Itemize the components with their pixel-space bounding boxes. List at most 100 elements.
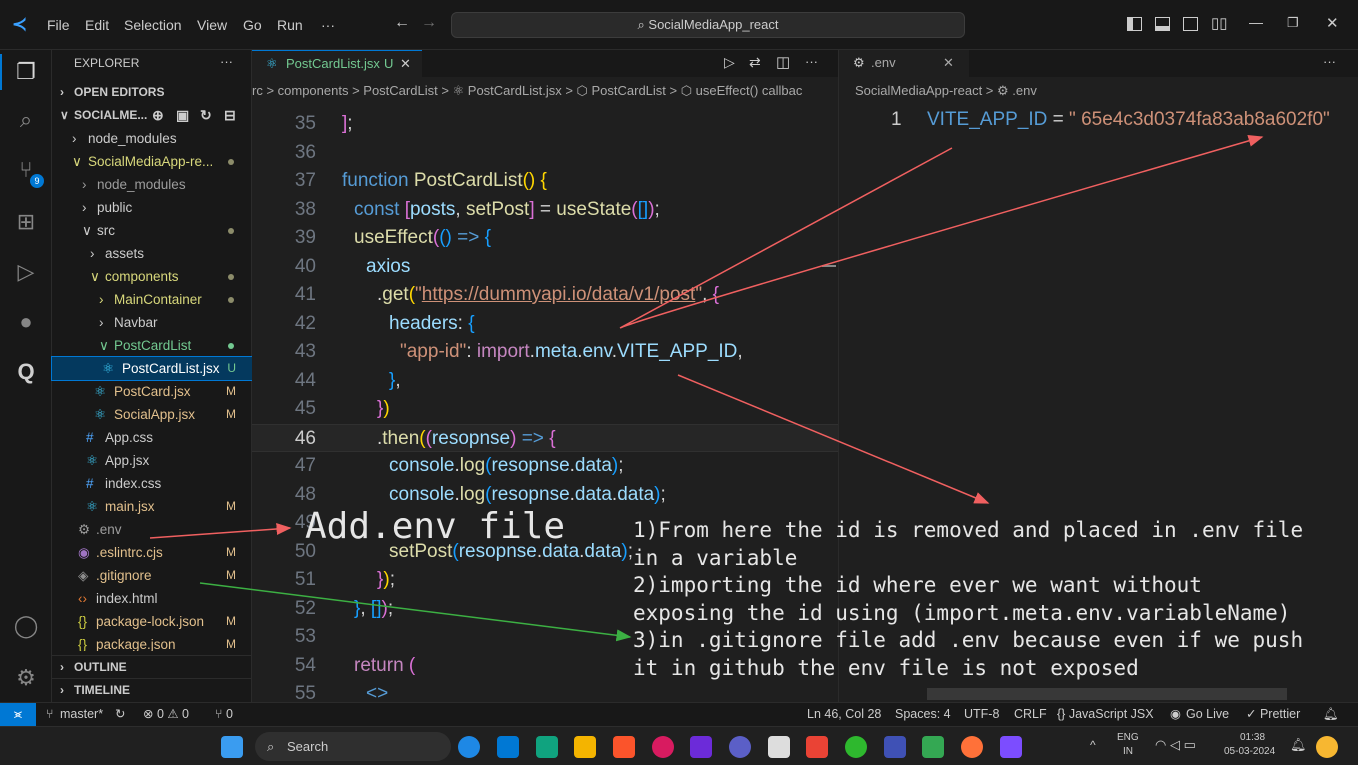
code-line-40[interactable]: 40 axios	[252, 253, 838, 282]
code-line-37[interactable]: 37 function PostCardList() {	[252, 167, 838, 196]
tree-socialmediaapp-folder[interactable]: ∨ SocialMediaApp-re...	[52, 150, 252, 173]
sync-icon[interactable]: ↻	[115, 703, 125, 726]
encoding[interactable]: UTF-8	[964, 703, 999, 726]
editor-more-icon[interactable]: ···	[1323, 54, 1336, 69]
run-icon[interactable]: ▷	[724, 54, 735, 71]
tree-postcard-jsx[interactable]: ⚛ PostCard.jsx M	[52, 380, 252, 403]
brave-icon[interactable]	[613, 736, 635, 758]
gmail-icon[interactable]	[806, 736, 828, 758]
problems-indicator[interactable]: ⊗ 0 ⚠ 0	[143, 703, 189, 726]
language-indicator[interactable]: ENG	[1117, 732, 1139, 743]
language-mode[interactable]: {} JavaScript JSX	[1057, 703, 1154, 726]
tuf-icon[interactable]	[652, 736, 674, 758]
file-explorer-icon[interactable]	[574, 736, 596, 758]
manage-gear-icon[interactable]: ⚙	[12, 664, 40, 692]
code-line-41[interactable]: 41 .get("https://dummyapi.io/data/v1/post…	[252, 281, 838, 310]
explorer-more-button[interactable]: ···	[220, 54, 233, 69]
menu-selection[interactable]: Selection	[124, 17, 182, 33]
vscode-taskbar-icon[interactable]	[497, 736, 519, 758]
extensions-icon[interactable]: ⊞	[12, 208, 40, 236]
command-center-search[interactable]: ⌕ SocialMediaApp_react	[451, 12, 965, 38]
breadcrumb-left[interactable]: rc > components > PostCardList > ⚛ PostC…	[252, 80, 838, 102]
timeline-section[interactable]: › TIMELINE	[52, 678, 252, 701]
python-icon[interactable]: ●	[12, 308, 40, 336]
restore-icon[interactable]: ❐	[1287, 15, 1299, 31]
app-icon[interactable]	[729, 736, 751, 758]
app-diamond-icon[interactable]	[1000, 736, 1022, 758]
tree-package-lock[interactable]: {} package-lock.json M	[52, 610, 252, 633]
toggle-secondary-sidebar-icon[interactable]	[1183, 17, 1198, 31]
code-line-38[interactable]: 38 const [posts, setPost] = useState([]);	[252, 196, 838, 225]
code-line-47[interactable]: 47 console.log(resopnse.data);	[252, 452, 838, 481]
wordpad-icon[interactable]	[768, 736, 790, 758]
tab-close-icon[interactable]: ✕	[943, 50, 954, 76]
cursor-position[interactable]: Ln 46, Col 28	[807, 703, 881, 726]
taskbar-search[interactable]: ⌕ Search	[255, 732, 451, 761]
wifi-volume-battery-icons[interactable]: ◠ ◁ ▭	[1155, 737, 1196, 753]
tree-index-css[interactable]: # index.css	[52, 472, 252, 495]
close-icon[interactable]: ✕	[1326, 14, 1339, 32]
refresh-icon[interactable]: ↻	[200, 104, 212, 127]
tree-package-json[interactable]: {} package.json M	[52, 633, 252, 651]
ports-indicator[interactable]: ⑂ 0	[215, 703, 233, 726]
new-folder-icon[interactable]: ▣	[176, 104, 189, 127]
forward-arrow-icon[interactable]: →	[421, 14, 437, 32]
tree-app-jsx[interactable]: ⚛ App.jsx	[52, 449, 252, 472]
code-line-46[interactable]: 46 .then((resopnse) => {	[252, 423, 838, 452]
edge-icon[interactable]	[458, 736, 480, 758]
accounts-icon[interactable]: ◯	[12, 612, 40, 640]
notification-icon[interactable]: 🔔︎	[1290, 737, 1307, 753]
postman-icon[interactable]	[961, 736, 983, 758]
tab-postcardlist-jsx[interactable]: ⚛ PostCardList.jsx U ✕	[252, 50, 422, 77]
workspace-root[interactable]: ∨ SOCIALME... ⊕ ▣ ↻ ⊟	[52, 104, 252, 127]
menu-go[interactable]: Go	[243, 17, 262, 33]
tab-env[interactable]: ⚙ .env ✕	[839, 50, 969, 77]
branch-name[interactable]: master*	[60, 703, 103, 726]
code-line-55[interactable]: 55 <>	[252, 680, 838, 702]
tree-maincontainer[interactable]: › MainContainer	[52, 288, 252, 311]
split-editor-icon[interactable]: ◫	[776, 53, 790, 71]
breadcrumb-right[interactable]: SocialMediaApp-react > ⚙ .env	[855, 80, 1037, 102]
tree-gitignore[interactable]: ◈ .gitignore M	[52, 564, 252, 587]
code-line-36[interactable]: 36	[252, 139, 838, 168]
prettier-status[interactable]: ✓ Prettier	[1246, 703, 1300, 726]
clock-time[interactable]: 01:38	[1240, 732, 1265, 743]
menu-file[interactable]: File	[47, 17, 70, 33]
code-line-45[interactable]: 45})	[252, 395, 838, 424]
editor-more-icon[interactable]: ···	[805, 54, 818, 69]
code-line-39[interactable]: 39 useEffect(() => {	[252, 224, 838, 253]
code-line-42[interactable]: 42 headers: {	[252, 310, 838, 339]
code-line-44[interactable]: 44},	[252, 367, 838, 396]
menu-edit[interactable]: Edit	[85, 17, 109, 33]
tree-public[interactable]: › public	[52, 196, 252, 219]
copilot-icon[interactable]	[1316, 736, 1338, 758]
horizontal-scrollbar[interactable]	[927, 688, 1287, 700]
scrollbar-marker[interactable]	[822, 265, 836, 267]
minimize-icon[interactable]: —	[1249, 14, 1263, 30]
code-line-35[interactable]: 35];	[252, 110, 838, 139]
code-line-43[interactable]: 43 "app-id": import.meta.env.VITE_APP_ID,	[252, 338, 838, 367]
tree-app-css[interactable]: # App.css	[52, 426, 252, 449]
tree-node-modules-root[interactable]: › node_modules	[52, 127, 252, 150]
tree-eslintrc[interactable]: ◉ .eslintrc.cjs M	[52, 541, 252, 564]
menu-more[interactable]: ···	[321, 17, 335, 33]
start-menu-icon[interactable]	[221, 736, 243, 758]
remote-indicator[interactable]: ⪤	[0, 703, 36, 726]
collapse-icon[interactable]: ⊟	[224, 104, 236, 127]
app-blue-icon[interactable]	[884, 736, 906, 758]
toggle-primary-sidebar-icon[interactable]	[1127, 17, 1142, 31]
chatgpt-icon[interactable]	[536, 736, 558, 758]
tree-node-modules[interactable]: › node_modules	[52, 173, 252, 196]
clock-date[interactable]: 05-03-2024	[1224, 746, 1275, 757]
outline-section[interactable]: › OUTLINE	[52, 655, 252, 678]
open-editors-section[interactable]: › OPEN EDITORS	[52, 81, 252, 104]
tree-src[interactable]: ∨ src	[52, 219, 252, 242]
tree-index-html[interactable]: ‹› index.html	[52, 587, 252, 610]
go-live-button[interactable]: Go Live	[1186, 703, 1229, 726]
compare-changes-icon[interactable]: ⇄	[749, 54, 761, 71]
customize-layout-icon[interactable]: ▯▯	[1211, 14, 1228, 32]
tray-chevron-icon[interactable]: ^	[1090, 738, 1096, 752]
tree-socialapp-jsx[interactable]: ⚛ SocialApp.jsx M	[52, 403, 252, 426]
google-drive-icon[interactable]	[922, 736, 944, 758]
toggle-panel-icon[interactable]	[1155, 17, 1170, 31]
